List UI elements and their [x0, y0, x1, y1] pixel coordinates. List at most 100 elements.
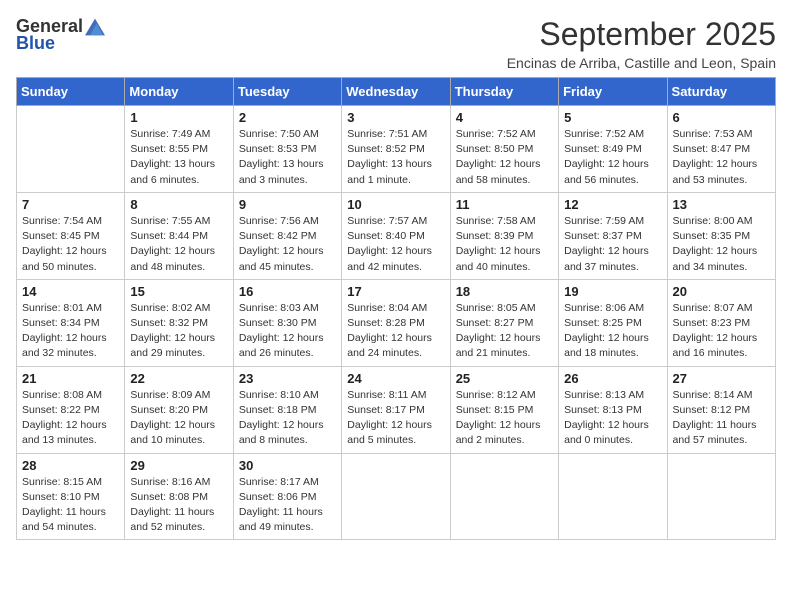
day-number: 21: [22, 371, 119, 386]
calendar-cell: 4 Sunrise: 7:52 AMSunset: 8:50 PMDaylight…: [450, 106, 558, 193]
day-detail: Sunrise: 7:49 AMSunset: 8:55 PMDaylight:…: [130, 127, 227, 188]
day-number: 11: [456, 197, 553, 212]
calendar-week-row: 7Sunrise: 7:54 AMSunset: 8:45 PMDaylight…: [17, 192, 776, 279]
calendar-cell: 6 Sunrise: 7:53 AMSunset: 8:47 PMDaylight…: [667, 106, 775, 193]
calendar-week-row: 14 Sunrise: 8:01 AMSunset: 8:34 PMDayligh…: [17, 279, 776, 366]
logo-icon: [85, 17, 105, 37]
day-detail: Sunrise: 8:01 AMSunset: 8:34 PMDaylight:…: [22, 301, 119, 362]
calendar-week-row: 21 Sunrise: 8:08 AMSunset: 8:22 PMDayligh…: [17, 366, 776, 453]
day-number: 2: [239, 110, 336, 125]
day-detail: Sunrise: 7:55 AMSunset: 8:44 PMDaylight:…: [130, 214, 227, 275]
day-detail: Sunrise: 7:52 AMSunset: 8:49 PMDaylight:…: [564, 127, 661, 188]
calendar-cell: 8 Sunrise: 7:55 AMSunset: 8:44 PMDaylight…: [125, 192, 233, 279]
day-number: 12: [564, 197, 661, 212]
calendar-cell: 22Sunrise: 8:09 AMSunset: 8:20 PMDayligh…: [125, 366, 233, 453]
day-detail: Sunrise: 8:15 AMSunset: 8:10 PMDaylight:…: [22, 475, 119, 536]
day-detail: Sunrise: 8:10 AMSunset: 8:18 PMDaylight:…: [239, 388, 336, 449]
calendar-day-header: Thursday: [450, 78, 558, 106]
calendar-cell: [559, 453, 667, 540]
day-number: 7: [22, 197, 119, 212]
calendar-day-header: Friday: [559, 78, 667, 106]
day-number: 10: [347, 197, 444, 212]
logo-blue: Blue: [16, 33, 55, 54]
calendar-week-row: 28 Sunrise: 8:15 AMSunset: 8:10 PMDayligh…: [17, 453, 776, 540]
calendar-cell: [17, 106, 125, 193]
calendar-cell: 30Sunrise: 8:17 AMSunset: 8:06 PMDayligh…: [233, 453, 341, 540]
day-number: 4: [456, 110, 553, 125]
day-number: 15: [130, 284, 227, 299]
calendar-day-header: Wednesday: [342, 78, 450, 106]
calendar-day-header: Saturday: [667, 78, 775, 106]
calendar-cell: 23 Sunrise: 8:10 AMSunset: 8:18 PMDayligh…: [233, 366, 341, 453]
calendar-cell: 18 Sunrise: 8:05 AMSunset: 8:27 PMDayligh…: [450, 279, 558, 366]
calendar-cell: 20 Sunrise: 8:07 AMSunset: 8:23 PMDayligh…: [667, 279, 775, 366]
day-number: 28: [22, 458, 119, 473]
day-detail: Sunrise: 8:08 AMSunset: 8:22 PMDaylight:…: [22, 388, 119, 449]
day-detail: Sunrise: 7:57 AMSunset: 8:40 PMDaylight:…: [347, 214, 444, 275]
page-title: September 2025: [507, 16, 776, 53]
page-subtitle: Encinas de Arriba, Castille and Leon, Sp…: [507, 55, 776, 71]
calendar-header-row: SundayMondayTuesdayWednesdayThursdayFrid…: [17, 78, 776, 106]
day-number: 22: [130, 371, 227, 386]
day-number: 6: [673, 110, 770, 125]
calendar-cell: 7Sunrise: 7:54 AMSunset: 8:45 PMDaylight…: [17, 192, 125, 279]
day-detail: Sunrise: 8:00 AMSunset: 8:35 PMDaylight:…: [673, 214, 770, 275]
day-number: 3: [347, 110, 444, 125]
day-detail: Sunrise: 7:52 AMSunset: 8:50 PMDaylight:…: [456, 127, 553, 188]
day-number: 17: [347, 284, 444, 299]
day-detail: Sunrise: 8:06 AMSunset: 8:25 PMDaylight:…: [564, 301, 661, 362]
calendar-cell: 10 Sunrise: 7:57 AMSunset: 8:40 PMDayligh…: [342, 192, 450, 279]
calendar-cell: 1 Sunrise: 7:49 AMSunset: 8:55 PMDaylight…: [125, 106, 233, 193]
day-number: 14: [22, 284, 119, 299]
day-number: 13: [673, 197, 770, 212]
calendar-cell: 12 Sunrise: 7:59 AMSunset: 8:37 PMDayligh…: [559, 192, 667, 279]
day-number: 5: [564, 110, 661, 125]
day-detail: Sunrise: 8:13 AMSunset: 8:13 PMDaylight:…: [564, 388, 661, 449]
day-detail: Sunrise: 8:05 AMSunset: 8:27 PMDaylight:…: [456, 301, 553, 362]
day-detail: Sunrise: 8:02 AMSunset: 8:32 PMDaylight:…: [130, 301, 227, 362]
calendar-cell: [667, 453, 775, 540]
calendar-cell: 21 Sunrise: 8:08 AMSunset: 8:22 PMDayligh…: [17, 366, 125, 453]
day-number: 19: [564, 284, 661, 299]
day-detail: Sunrise: 7:53 AMSunset: 8:47 PMDaylight:…: [673, 127, 770, 188]
day-detail: Sunrise: 8:12 AMSunset: 8:15 PMDaylight:…: [456, 388, 553, 449]
day-number: 26: [564, 371, 661, 386]
day-number: 8: [130, 197, 227, 212]
calendar-cell: 28 Sunrise: 8:15 AMSunset: 8:10 PMDayligh…: [17, 453, 125, 540]
calendar-cell: [450, 453, 558, 540]
day-detail: Sunrise: 8:14 AMSunset: 8:12 PMDaylight:…: [673, 388, 770, 449]
day-number: 25: [456, 371, 553, 386]
day-detail: Sunrise: 7:51 AMSunset: 8:52 PMDaylight:…: [347, 127, 444, 188]
calendar-cell: 29Sunrise: 8:16 AMSunset: 8:08 PMDayligh…: [125, 453, 233, 540]
calendar-cell: 25 Sunrise: 8:12 AMSunset: 8:15 PMDayligh…: [450, 366, 558, 453]
header: General Blue September 2025 Encinas de A…: [16, 16, 776, 71]
calendar-table: SundayMondayTuesdayWednesdayThursdayFrid…: [16, 77, 776, 540]
day-number: 1: [130, 110, 227, 125]
calendar-cell: 24Sunrise: 8:11 AMSunset: 8:17 PMDayligh…: [342, 366, 450, 453]
calendar-week-row: 1 Sunrise: 7:49 AMSunset: 8:55 PMDaylight…: [17, 106, 776, 193]
title-block: September 2025 Encinas de Arriba, Castil…: [507, 16, 776, 71]
day-number: 16: [239, 284, 336, 299]
day-detail: Sunrise: 8:07 AMSunset: 8:23 PMDaylight:…: [673, 301, 770, 362]
calendar-cell: 9Sunrise: 7:56 AMSunset: 8:42 PMDaylight…: [233, 192, 341, 279]
calendar-cell: 13 Sunrise: 8:00 AMSunset: 8:35 PMDayligh…: [667, 192, 775, 279]
day-detail: Sunrise: 8:04 AMSunset: 8:28 PMDaylight:…: [347, 301, 444, 362]
day-number: 27: [673, 371, 770, 386]
day-number: 20: [673, 284, 770, 299]
day-number: 29: [130, 458, 227, 473]
calendar-cell: 26 Sunrise: 8:13 AMSunset: 8:13 PMDayligh…: [559, 366, 667, 453]
day-detail: Sunrise: 8:17 AMSunset: 8:06 PMDaylight:…: [239, 475, 336, 536]
day-detail: Sunrise: 7:58 AMSunset: 8:39 PMDaylight:…: [456, 214, 553, 275]
calendar-cell: 11 Sunrise: 7:58 AMSunset: 8:39 PMDayligh…: [450, 192, 558, 279]
day-number: 18: [456, 284, 553, 299]
calendar-cell: 15 Sunrise: 8:02 AMSunset: 8:32 PMDayligh…: [125, 279, 233, 366]
calendar-day-header: Monday: [125, 78, 233, 106]
day-detail: Sunrise: 7:59 AMSunset: 8:37 PMDaylight:…: [564, 214, 661, 275]
day-detail: Sunrise: 8:11 AMSunset: 8:17 PMDaylight:…: [347, 388, 444, 449]
day-detail: Sunrise: 7:50 AMSunset: 8:53 PMDaylight:…: [239, 127, 336, 188]
day-number: 23: [239, 371, 336, 386]
calendar-cell: 3 Sunrise: 7:51 AMSunset: 8:52 PMDaylight…: [342, 106, 450, 193]
day-number: 9: [239, 197, 336, 212]
calendar-cell: 5 Sunrise: 7:52 AMSunset: 8:49 PMDaylight…: [559, 106, 667, 193]
calendar-day-header: Sunday: [17, 78, 125, 106]
